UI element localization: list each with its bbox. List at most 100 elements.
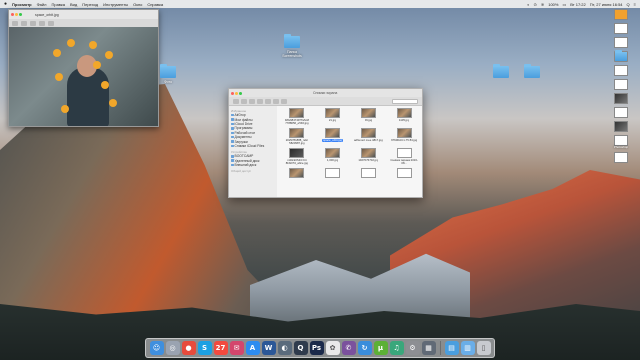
column-view-button[interactable] bbox=[265, 98, 271, 104]
chrome-app-icon[interactable]: ● bbox=[181, 341, 196, 355]
action-button[interactable] bbox=[281, 98, 287, 104]
word-app-icon[interactable]: W bbox=[261, 341, 276, 355]
file-item[interactable] bbox=[317, 168, 349, 187]
sync-app-icon[interactable]: ↻ bbox=[357, 341, 372, 355]
file-item[interactable]: adhunert mee 4817.jpg bbox=[353, 128, 385, 147]
wifi-icon[interactable]: ≋ bbox=[541, 2, 544, 7]
menu-item-view[interactable]: Вид bbox=[70, 2, 77, 7]
launchpad-app-icon[interactable]: ◎ bbox=[165, 341, 180, 355]
screen-app-icon[interactable]: ▦ bbox=[421, 341, 436, 355]
file-item[interactable]: 09.jpg bbox=[353, 108, 385, 127]
photoshop-app-icon[interactable]: Ps bbox=[309, 341, 324, 355]
floating-orange bbox=[67, 39, 75, 47]
zoom-out-icon[interactable] bbox=[21, 20, 27, 26]
desktop-file-icon[interactable] bbox=[614, 93, 628, 104]
skype-app-icon[interactable]: S bbox=[197, 341, 212, 355]
desktop-file-icon[interactable] bbox=[614, 23, 628, 34]
zoom-button[interactable] bbox=[239, 91, 242, 95]
status-icon-1[interactable]: ◐ bbox=[527, 2, 529, 7]
downloads-folder-icon[interactable]: ▤ bbox=[444, 341, 459, 355]
desktop-file-icon[interactable] bbox=[614, 37, 628, 48]
minimize-button[interactable] bbox=[15, 13, 18, 16]
spotlight-icon[interactable]: Q bbox=[627, 2, 630, 7]
battery-icon[interactable]: ▭ bbox=[562, 2, 566, 7]
clock[interactable]: Пт, 27 июня 16:54 bbox=[590, 2, 623, 7]
quicktime-app-icon[interactable]: Q bbox=[293, 341, 308, 355]
clock-secondary[interactable]: Вт 17:22 bbox=[570, 2, 586, 7]
menu-item-window[interactable]: Окно bbox=[133, 2, 142, 7]
file-item[interactable] bbox=[281, 168, 313, 187]
desktop-file-icon[interactable] bbox=[614, 65, 628, 76]
sidebar-item-external-disk[interactable]: Внешний диск bbox=[231, 163, 275, 167]
menu-item-file[interactable]: Файл bbox=[37, 2, 47, 7]
battery-percent[interactable]: 100% bbox=[548, 2, 558, 7]
desktop-file-icon[interactable] bbox=[614, 9, 628, 20]
close-button[interactable] bbox=[231, 91, 234, 95]
finder-window[interactable]: Снимки экрана Избранное AirDrop Мои файл… bbox=[228, 88, 423, 198]
file-item[interactable] bbox=[353, 168, 385, 187]
menu-item-edit[interactable]: Правка bbox=[51, 2, 65, 7]
desktop-folder[interactable]: Папка Screenshots bbox=[278, 34, 306, 58]
documents-folder-icon[interactable]: ▥ bbox=[460, 341, 475, 355]
viber-app-icon[interactable]: ✆ bbox=[341, 341, 356, 355]
status-icon-2[interactable]: ⊙ bbox=[534, 2, 537, 7]
sidebar-item-icloud-files[interactable]: Снимки iCloud Files bbox=[231, 144, 275, 148]
menu-item-help[interactable]: Справка bbox=[147, 2, 163, 7]
zoom-button[interactable] bbox=[19, 13, 22, 16]
zoom-in-icon[interactable] bbox=[30, 20, 36, 26]
music-app-icon[interactable]: ♫ bbox=[389, 341, 404, 355]
arrange-button[interactable] bbox=[273, 98, 279, 104]
desktop-file-icon[interactable] bbox=[614, 50, 628, 62]
file-item[interactable]: mtl0ck0S34 ht4 8bb07fd_a9ce.jpg bbox=[281, 148, 313, 167]
icon-view-button[interactable] bbox=[249, 98, 255, 104]
list-view-button[interactable] bbox=[257, 98, 263, 104]
desktop-file-icon[interactable]: Photoshop bbox=[614, 135, 628, 149]
desktop-folder[interactable] bbox=[493, 64, 509, 80]
menu-item-preview[interactable]: Просмотр bbox=[12, 2, 32, 7]
minimize-button[interactable] bbox=[235, 91, 238, 95]
back-button[interactable] bbox=[233, 98, 239, 104]
notification-center-icon[interactable]: ≡ bbox=[634, 2, 636, 7]
file-item[interactable]: 9760DAC1-75 84.jpg bbox=[388, 128, 420, 147]
file-item[interactable]: 1105.jpg bbox=[388, 108, 420, 127]
photos-app-icon[interactable]: ✿ bbox=[325, 341, 340, 355]
file-item[interactable]: 1,000.jpg bbox=[317, 148, 349, 167]
forward-button[interactable] bbox=[241, 98, 247, 104]
search-input[interactable] bbox=[392, 98, 418, 104]
settings-app-icon[interactable]: ⚙ bbox=[405, 341, 420, 355]
desktop-file-icon[interactable] bbox=[614, 107, 628, 118]
finder-app-icon[interactable]: ☺ bbox=[149, 341, 164, 355]
file-name: 9760DAC1-75 84.jpg bbox=[391, 139, 418, 142]
file-item[interactable]: space_orbit.jpg bbox=[317, 128, 349, 147]
close-button[interactable] bbox=[11, 13, 14, 16]
file-item[interactable] bbox=[388, 168, 420, 187]
sidebar-toggle-icon[interactable] bbox=[12, 20, 18, 26]
menu-item-tools[interactable]: Инструменты bbox=[103, 2, 128, 7]
share-icon[interactable] bbox=[39, 20, 45, 26]
disk-icon bbox=[231, 159, 234, 162]
appstore-app-icon[interactable]: A bbox=[245, 341, 260, 355]
apple-menu-icon[interactable]: ● bbox=[4, 1, 7, 7]
desktop-folder[interactable] bbox=[524, 64, 540, 80]
file-item[interactable]: 21.jpg bbox=[317, 108, 349, 127]
markup-icon[interactable] bbox=[48, 20, 54, 26]
calendar-app-icon[interactable]: 27 bbox=[213, 341, 228, 355]
preview-titlebar[interactable]: space_orbit.jpg bbox=[9, 10, 158, 19]
trash-can-icon[interactable]: ▯ bbox=[476, 341, 491, 355]
floating-orange bbox=[89, 41, 97, 49]
file-item[interactable]: Снимок экрана 2016-08... bbox=[388, 148, 420, 167]
file-item[interactable]: 2029781888_ndic 5823987.jpg bbox=[281, 128, 313, 147]
desktop-file-icon[interactable] bbox=[614, 79, 628, 90]
file-item[interactable]: 1407076702.jpg bbox=[353, 148, 385, 167]
preview-app-icon[interactable]: ◐ bbox=[277, 341, 292, 355]
desktop-folder[interactable]: Фото bbox=[160, 64, 176, 84]
preview-window[interactable]: space_orbit.jpg bbox=[8, 9, 159, 127]
document-icon bbox=[231, 135, 234, 139]
torrent-app-icon[interactable]: µ bbox=[373, 341, 388, 355]
mail-app-icon[interactable]: ✉ bbox=[229, 341, 244, 355]
desktop-file-icon[interactable] bbox=[614, 121, 628, 132]
desktop-file-icon[interactable] bbox=[614, 152, 628, 164]
file-item[interactable]: IMG6847497TaSn8 7788656_e5KF.jpg bbox=[281, 108, 313, 127]
menu-item-go[interactable]: Переход bbox=[82, 2, 98, 7]
finder-titlebar[interactable]: Снимки экрана bbox=[229, 89, 422, 97]
